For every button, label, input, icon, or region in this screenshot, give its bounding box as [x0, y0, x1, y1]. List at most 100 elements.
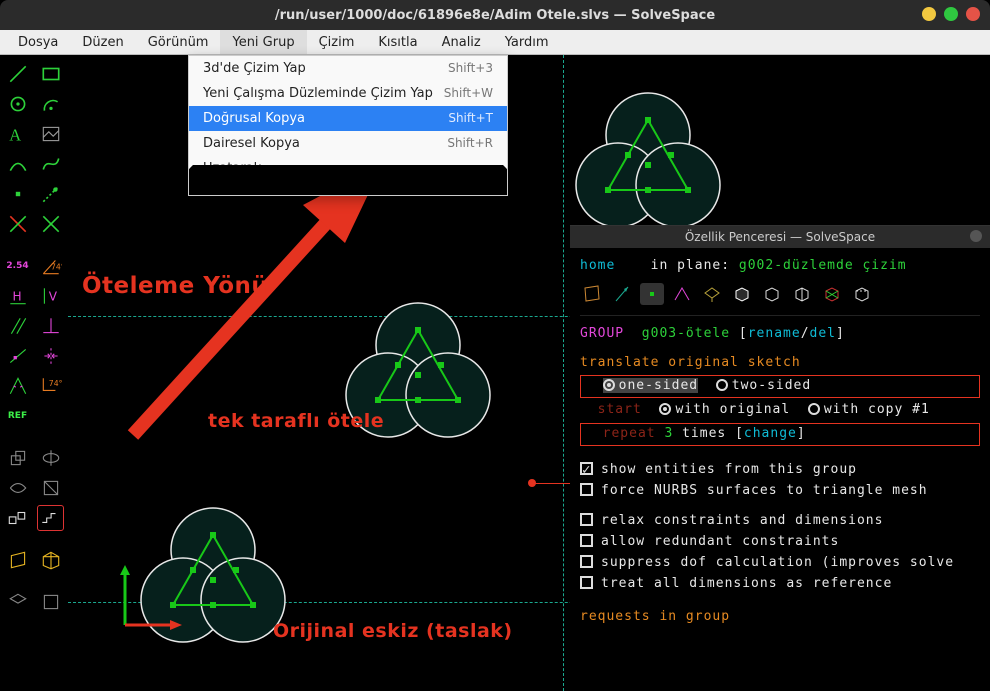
tool-parallel[interactable] [4, 313, 31, 339]
cb-treat-ref[interactable] [580, 576, 593, 589]
tool-extrude[interactable] [4, 445, 31, 471]
tool-circle[interactable] [4, 91, 31, 117]
window-controls [922, 7, 980, 21]
svg-text:74°: 74° [51, 262, 62, 271]
label-with-original: with original [675, 402, 790, 417]
dd-3d-cizim[interactable]: 3d'de Çizim Yap Shift+3 [189, 56, 507, 81]
panel-icon-points[interactable] [640, 283, 664, 305]
tool-step-rotate[interactable] [37, 505, 64, 531]
panel-icon-outlines[interactable] [790, 283, 814, 305]
dd-label: Yeni Çalışma Düzleminde Çizim Yap [203, 86, 433, 101]
tool-horizontal[interactable]: H [4, 283, 31, 309]
panel-group-label: GROUP [580, 326, 624, 341]
menu-yeni-grup[interactable]: Yeni Grup [220, 30, 306, 54]
tool-ref[interactable]: REF [4, 403, 31, 429]
panel-del-link[interactable]: del [810, 326, 836, 341]
annotation-connector [534, 483, 574, 484]
tool-revolve[interactable] [37, 445, 64, 471]
tool-trim[interactable] [4, 211, 31, 237]
panel-icon-shaded[interactable] [730, 283, 754, 305]
cb-force-nurbs[interactable] [580, 483, 593, 496]
tool-arc[interactable] [37, 91, 64, 117]
radio-with-copy[interactable] [808, 403, 820, 415]
radio-two-sided[interactable] [716, 379, 728, 391]
toolbar: A 2.54 74° H V [0, 55, 68, 691]
cb-show-entities[interactable] [580, 462, 593, 475]
cb-redundant[interactable] [580, 534, 593, 547]
cb-suppress-dof[interactable] [580, 555, 593, 568]
tool-split[interactable] [37, 211, 64, 237]
menu-cizim[interactable]: Çizim [307, 30, 367, 54]
tool-equal[interactable] [4, 373, 31, 399]
sketch-copy-1 [328, 290, 508, 460]
tool-dim-angle[interactable]: 74° [37, 253, 64, 279]
panel-icon-workplane[interactable] [580, 283, 604, 305]
annotation-original: Orijinal eskiz (taslak) [273, 620, 513, 642]
label-with-copy: with copy #1 [824, 402, 930, 417]
tool-in-3d[interactable] [4, 589, 31, 615]
svg-text:A: A [9, 126, 21, 145]
menubar: Dosya Düzen Görünüm Yeni Grup Çizim Kısı… [0, 30, 990, 55]
dd-dogrusal-kopya[interactable]: Doğrusal Kopya Shift+T [189, 106, 507, 131]
tool-dim-dist[interactable]: 2.54 [4, 253, 31, 279]
menu-dropdown: 3d'de Çizim Yap Shift+3 Yeni Çalışma Düz… [188, 55, 508, 196]
panel-title: Özellik Penceresi — SolveSpace [570, 226, 990, 248]
highlight-repeat-row: repeat 3 times [change] [580, 423, 980, 446]
menu-duzen[interactable]: Düzen [70, 30, 135, 54]
tool-ontoworkplane[interactable] [37, 589, 64, 615]
panel-icon-faces[interactable] [700, 283, 724, 305]
dd-label: Dairesel Kopya [203, 136, 300, 151]
tool-point[interactable] [4, 181, 31, 207]
panel-in-plane-value: g002-düzlemde çizim [739, 258, 907, 273]
dd-dairesel-kopya[interactable]: Dairesel Kopya Shift+R [189, 131, 507, 156]
dd-yeni-calisma[interactable]: Yeni Çalışma Düzleminde Çizim Yap Shift+… [189, 81, 507, 106]
window-titlebar: /run/user/1000/doc/61896e8e/Adim Otele.s… [0, 0, 990, 30]
tool-perpendicular[interactable] [37, 313, 64, 339]
svg-text:74°: 74° [48, 379, 61, 388]
panel-icon-constraints[interactable] [670, 283, 694, 305]
tool-construction[interactable] [37, 181, 64, 207]
dd-shortcut: Shift+R [447, 136, 493, 151]
tool-rect[interactable] [37, 61, 64, 87]
tool-text[interactable]: A [4, 121, 31, 147]
panel-translate-header: translate original sketch [580, 353, 980, 374]
tool-line[interactable] [4, 61, 31, 87]
close-button[interactable] [966, 7, 980, 21]
panel-icon-edges[interactable] [760, 283, 784, 305]
tool-lathe[interactable] [4, 475, 31, 501]
menu-kisitla[interactable]: Kısıtla [366, 30, 429, 54]
maximize-button[interactable] [944, 7, 958, 21]
tool-step-translate[interactable] [4, 505, 31, 531]
panel-icon-row [580, 277, 980, 316]
panel-icon-hidden-lines[interactable] [850, 283, 874, 305]
tool-symmetric[interactable] [37, 343, 64, 369]
panel-icon-normals[interactable] [610, 283, 634, 305]
opt-suppress-dof: suppress dof calculation (improves solve [601, 555, 954, 570]
dd-shortcut: Shift+T [448, 111, 493, 126]
panel-change-link[interactable]: change [744, 426, 797, 441]
menu-dosya[interactable]: Dosya [6, 30, 70, 54]
menu-analiz[interactable]: Analiz [430, 30, 493, 54]
window-title: /run/user/1000/doc/61896e8e/Adim Otele.s… [275, 8, 715, 23]
tool-pt-on[interactable] [4, 343, 31, 369]
radio-one-sided[interactable] [603, 379, 615, 391]
label-two-sided: two-sided [732, 378, 811, 393]
menu-yardim[interactable]: Yardım [493, 30, 561, 54]
svg-text:H: H [12, 289, 21, 303]
panel-icon-mesh[interactable] [820, 283, 844, 305]
tool-bezier[interactable] [37, 151, 64, 177]
tool-image[interactable] [37, 121, 64, 147]
menu-gorunum[interactable]: Görünüm [136, 30, 221, 54]
panel-group-value: g003-ötele [642, 326, 730, 341]
panel-home-link[interactable]: home [580, 258, 615, 273]
tool-workplane[interactable] [4, 547, 31, 573]
panel-rename-link[interactable]: rename [748, 326, 801, 341]
tool-same-orientation[interactable]: 74° [37, 373, 64, 399]
tool-tangent-arc[interactable] [4, 151, 31, 177]
tool-nearest-iso[interactable] [37, 547, 64, 573]
cb-relax[interactable] [580, 513, 593, 526]
tool-helix[interactable] [37, 475, 64, 501]
radio-with-original[interactable] [659, 403, 671, 415]
tool-vertical[interactable]: V [37, 283, 64, 309]
minimize-button[interactable] [922, 7, 936, 21]
